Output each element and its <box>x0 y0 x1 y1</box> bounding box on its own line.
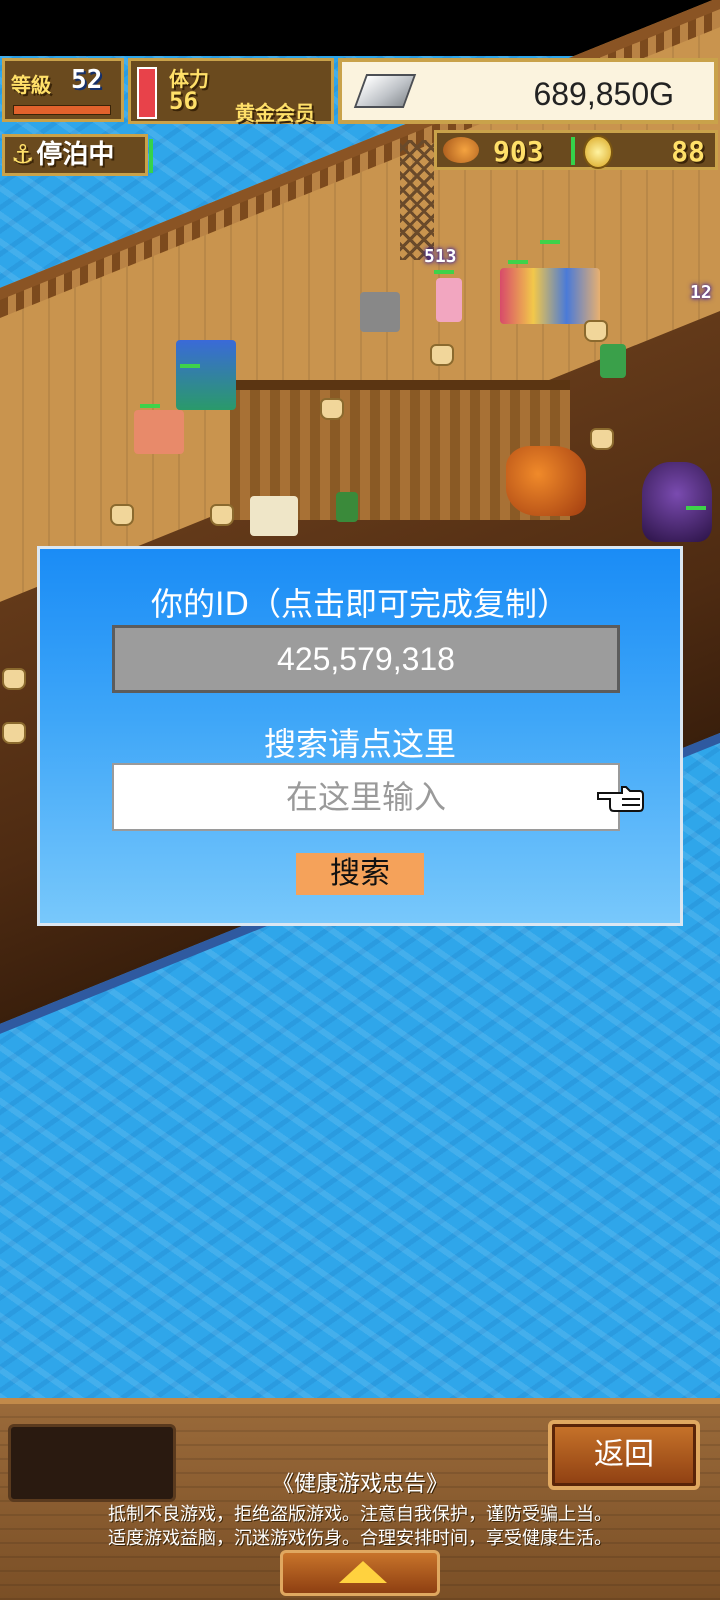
treasure-bag[interactable] <box>584 320 608 342</box>
coin-count: 88 <box>671 135 705 168</box>
hp-bar <box>686 506 706 510</box>
treasure-bag[interactable] <box>2 668 26 690</box>
friend-search-dialog: 你的ID（点击即可完成复制） 425,579,318 搜索请点这里 搜索 <box>37 546 683 926</box>
stamina-value: 56 <box>169 87 198 115</box>
skeleton-creature[interactable] <box>250 496 298 536</box>
docked-status-text: 停泊中 <box>36 140 115 170</box>
treasure-bag[interactable] <box>430 344 454 366</box>
treasure-bag[interactable] <box>320 398 344 420</box>
hp-bar <box>180 364 200 368</box>
anchor-icon: ⚓ <box>11 140 35 170</box>
status-indicator-bar <box>149 139 153 173</box>
docked-status-badge[interactable]: ⚓停泊中 <box>2 134 153 176</box>
level-panel[interactable]: 等級 52 <box>2 58 124 122</box>
search-button[interactable]: 搜索 <box>296 853 424 895</box>
crew-sprite[interactable] <box>176 340 236 410</box>
user-id-copy-box[interactable]: 425,579,318 <box>112 625 620 693</box>
membership-badge: 黄金会员 <box>235 101 315 125</box>
demon-monster[interactable] <box>642 462 712 542</box>
resource-separator <box>571 137 575 165</box>
damage-number: 12 <box>690 282 712 303</box>
hp-bar <box>540 240 560 244</box>
treasure-bag[interactable] <box>2 722 26 744</box>
damage-number: 513 <box>424 246 457 267</box>
hp-bar <box>434 270 454 274</box>
search-label: 搜索请点这里 <box>263 725 456 763</box>
crew-sprite[interactable] <box>600 344 626 378</box>
treasure-bag[interactable] <box>590 428 614 450</box>
expand-menu-button[interactable] <box>280 1550 440 1596</box>
hp-bar <box>140 404 160 408</box>
stamina-gauge <box>137 67 157 119</box>
level-value: 52 <box>71 65 103 95</box>
search-input[interactable] <box>112 763 620 831</box>
dialog-title: 你的ID（点击即可完成复制） <box>150 585 570 623</box>
crew-sprite[interactable] <box>336 492 358 522</box>
crew-sprite[interactable] <box>134 410 184 454</box>
health-notice-title: 《健康游戏忠告》 <box>271 1472 448 1497</box>
crew-sprite[interactable] <box>436 278 462 322</box>
silver-ingot-icon <box>353 74 417 108</box>
crew-sprite[interactable] <box>500 268 600 324</box>
level-label: 等級 <box>11 73 51 97</box>
dragon-monster[interactable] <box>506 446 586 516</box>
crew-sprite[interactable] <box>360 292 400 332</box>
resource-panel: 903 88 <box>434 130 718 170</box>
health-notice-line: 适度游戏益脑，沉迷游戏伤身。合理安排时间，享受健康生活。 <box>108 1528 612 1549</box>
treasure-bag[interactable] <box>210 504 234 526</box>
stamina-panel[interactable]: 体力 56 黄金会员 <box>128 58 334 125</box>
treasure-bag[interactable] <box>110 504 134 526</box>
gold-amount: 689,850G <box>533 76 674 112</box>
health-notice-line: 抵制不良游戏，拒绝盗版游戏。注意自我保护，谨防受骗上当。 <box>108 1504 612 1525</box>
hand-pointer-icon <box>597 786 644 812</box>
food-count: 903 <box>493 135 544 168</box>
ship-mast-rigging <box>400 140 434 260</box>
medal-coin-icon <box>583 135 613 169</box>
hp-bar <box>508 260 528 264</box>
bottom-panel: 返回 《健康游戏忠告》 抵制不良游戏，拒绝盗版游戏。注意自我保护，谨防受骗上当。… <box>0 1398 720 1600</box>
experience-bar <box>13 105 111 115</box>
gold-panel[interactable]: 689,850G <box>338 58 718 124</box>
food-icon <box>443 137 479 163</box>
triangle-up-icon <box>339 1561 387 1583</box>
